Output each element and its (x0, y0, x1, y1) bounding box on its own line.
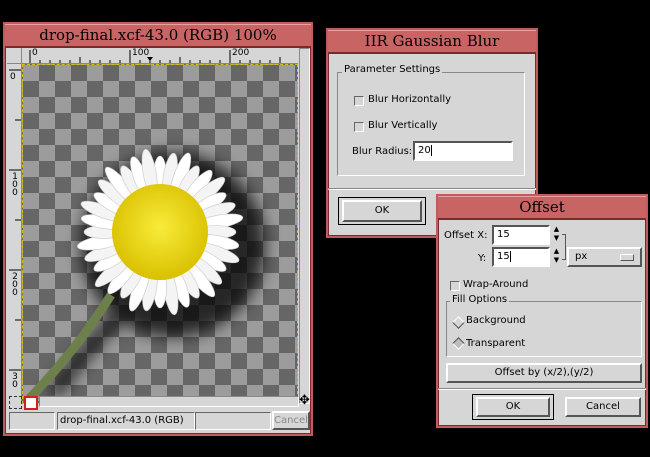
quickmask-on-icon[interactable] (24, 396, 38, 410)
hruler-label-200: 200 (232, 48, 250, 58)
vruler-label-300: 30 (10, 372, 20, 388)
ruler-ticks (29, 50, 281, 63)
wrap-around-label: Wrap-Around (463, 279, 529, 290)
blur-dialog-title[interactable]: IIR Gaussian Blur (328, 30, 536, 54)
status-cancel-button[interactable]: Cancel (272, 411, 310, 430)
fill-background-label: Background (466, 315, 526, 326)
image-canvas[interactable] (22, 64, 298, 404)
offset-x-value: 15 (497, 229, 510, 240)
quickmask-off-icon[interactable] (9, 396, 22, 409)
hruler-label-100: 100 (132, 48, 150, 58)
vruler-label-100: 100 (10, 172, 20, 196)
offset-y-spinner[interactable]: ▲ ▼ (551, 247, 562, 267)
stem (23, 292, 115, 403)
daisy-image (23, 148, 265, 403)
spin-down-icon[interactable]: ▼ (551, 256, 562, 265)
horizontal-scrollbar[interactable] (39, 396, 299, 407)
offset-ok-button[interactable]: OK (476, 397, 550, 417)
unit-value: px (575, 251, 588, 262)
blur-radius-input[interactable]: 20 (413, 141, 513, 161)
image-window: drop-final.xcf-43.0 (RGB) 100% 0 100 200 (3, 22, 313, 436)
horizontal-ruler[interactable]: 0 100 200 (22, 48, 298, 64)
offset-x-spinner[interactable]: ▲ ▼ (551, 225, 562, 245)
vruler-ticks (9, 69, 21, 371)
offset-divider (438, 388, 646, 390)
fill-transparent-label: Transparent (466, 338, 526, 349)
vruler-label-200: 200 (10, 272, 20, 296)
status-text: drop-final.xcf-43.0 (RGB) (57, 412, 195, 430)
offset-y-label: Y: (478, 253, 487, 264)
vruler-label-0: 0 (10, 72, 16, 82)
blur-horizontally-label[interactable]: Blur Horizontally (368, 94, 451, 105)
blur-radius-label: Blur Radius: (352, 146, 413, 157)
offset-cancel-button[interactable]: Cancel (565, 397, 641, 417)
blur-vertically-label: Blur Vertically (368, 120, 438, 131)
blur-horizontally-checkbox[interactable] (354, 96, 364, 106)
offset-x-label: Offset X: (444, 230, 488, 241)
offset-dialog-title[interactable]: Offset (438, 196, 646, 220)
offset-half-button[interactable]: Offset by (x/2),(y/2) (446, 363, 642, 383)
image-window-title[interactable]: drop-final.xcf-43.0 (RGB) 100% (5, 24, 311, 48)
status-progress (195, 412, 271, 430)
blur-vertically-checkbox[interactable] (354, 122, 364, 132)
wrap-around-checkbox[interactable] (450, 281, 460, 291)
blur-radius-value: 20 (418, 145, 431, 156)
offset-y-value: 15 (497, 251, 510, 262)
offset-y-input[interactable]: 15 (492, 247, 550, 267)
spin-down-icon[interactable]: ▼ (551, 234, 562, 243)
status-label: drop-final.xcf-43.0 (RGB) (60, 415, 184, 426)
offset-link-chain[interactable] (562, 234, 566, 260)
ruler-corner[interactable] (7, 48, 22, 64)
spin-up-icon[interactable]: ▲ (551, 225, 562, 234)
vertical-scrollbar[interactable] (299, 48, 310, 404)
spin-up-icon[interactable]: ▲ (551, 247, 562, 256)
offset-dialog: Offset Offset X: 15 ▲ ▼ Y: 15 ▲ ▼ px Wra… (436, 194, 648, 428)
option-menu-indicator-icon (620, 254, 634, 261)
status-left (9, 412, 55, 430)
vertical-ruler[interactable]: 0 100 200 30 (7, 64, 22, 404)
hruler-label-0: 0 (32, 48, 38, 58)
blur-ok-button[interactable]: OK (342, 200, 422, 222)
fill-options-title: Fill Options (450, 294, 510, 305)
blur-divider (328, 188, 536, 190)
parameter-frame-title: Parameter Settings (342, 64, 443, 75)
offset-x-input[interactable]: 15 (492, 225, 550, 245)
unit-menu[interactable]: px (567, 247, 642, 267)
flower-center (112, 184, 208, 280)
navigate-icon[interactable]: ✥ (299, 394, 310, 407)
